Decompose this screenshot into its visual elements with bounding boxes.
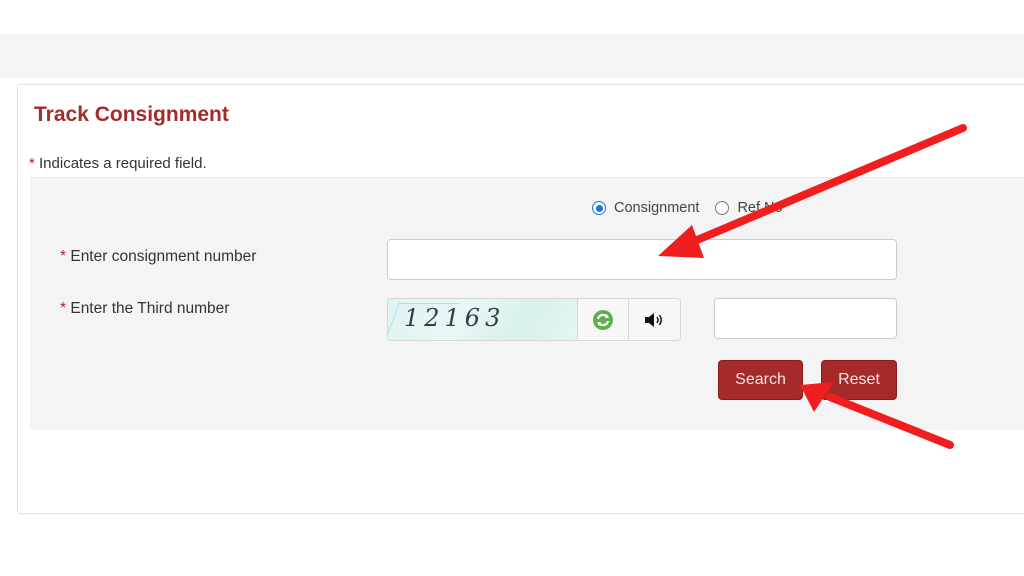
captcha-label-text: Enter the Third number (66, 300, 230, 317)
radio-ref-no[interactable] (715, 201, 730, 215)
top-banner-bar (0, 34, 1024, 78)
captcha-audio-button[interactable] (629, 299, 679, 340)
search-button[interactable]: Search (718, 360, 803, 400)
track-consignment-card: Track Consignment * Indicates a required… (17, 84, 1024, 514)
required-note-text: Indicates a required field. (34, 155, 207, 172)
captcha-refresh-button[interactable] (578, 299, 629, 340)
captcha-text: 12163 (404, 304, 506, 332)
required-field-note: * Indicates a required field. (29, 155, 207, 172)
speaker-icon (645, 312, 662, 327)
page-title: Track Consignment (34, 103, 229, 126)
consignment-number-label: * Enter consignment number (60, 248, 256, 266)
refresh-icon (593, 309, 613, 330)
radio-consignment-label[interactable]: Consignment (614, 200, 699, 216)
captcha-image: 12163 (388, 299, 578, 340)
form-panel: Consignment Ref No * Enter consignment n… (30, 177, 1024, 430)
captcha-label: * Enter the Third number (60, 300, 229, 318)
search-type-radio-group: Consignment Ref No (592, 200, 799, 216)
consignment-number-label-text: Enter consignment number (66, 248, 257, 265)
reset-button[interactable]: Reset (821, 360, 897, 400)
captcha-group: 12163 (387, 298, 681, 341)
radio-ref-no-label[interactable]: Ref No (737, 200, 782, 216)
radio-consignment[interactable] (592, 201, 606, 215)
consignment-number-input[interactable] (387, 239, 897, 280)
captcha-answer-input[interactable] (714, 298, 897, 339)
